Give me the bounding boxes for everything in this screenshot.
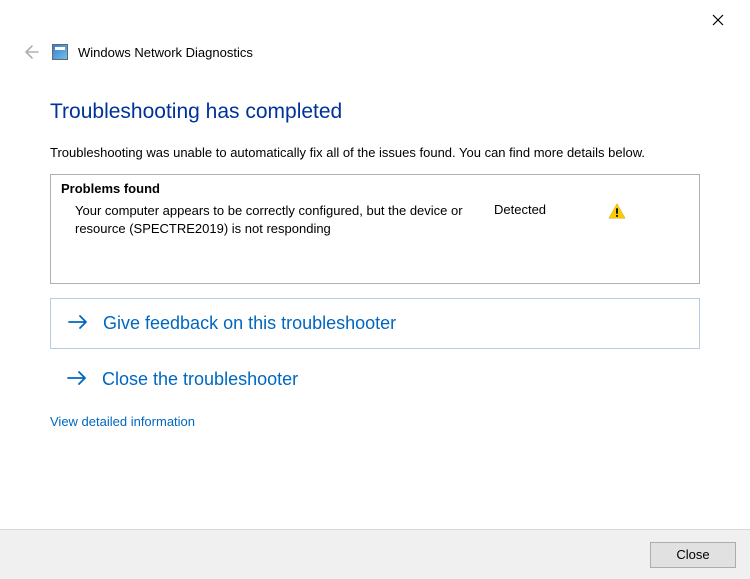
content-area: Troubleshooting has completed Troublesho… <box>0 70 750 429</box>
problem-description: Your computer appears to be correctly co… <box>75 202 480 237</box>
main-heading: Troubleshooting has completed <box>50 100 700 124</box>
problems-box: Problems found Your computer appears to … <box>50 174 700 284</box>
back-button[interactable] <box>18 40 42 64</box>
close-button[interactable]: Close <box>650 542 736 568</box>
feedback-label: Give feedback on this troubleshooter <box>103 313 396 334</box>
titlebar <box>0 0 750 40</box>
problem-row: Your computer appears to be correctly co… <box>61 202 689 237</box>
problem-status: Detected <box>494 202 594 217</box>
problems-title: Problems found <box>61 181 689 196</box>
close-troubleshooter-option[interactable]: Close the troubleshooter <box>50 355 700 404</box>
app-icon <box>52 44 68 60</box>
window-close-button[interactable] <box>696 5 740 35</box>
arrow-right-icon <box>67 314 89 334</box>
back-arrow-icon <box>20 42 40 62</box>
subtext: Troubleshooting was unable to automatica… <box>50 144 700 162</box>
arrow-right-icon <box>66 370 88 390</box>
view-detailed-link[interactable]: View detailed information <box>50 414 195 429</box>
close-icon <box>712 14 724 26</box>
close-troubleshooter-label: Close the troubleshooter <box>102 369 298 390</box>
warning-icon <box>608 202 626 220</box>
footer: Close <box>0 529 750 579</box>
header-title: Windows Network Diagnostics <box>78 45 253 60</box>
feedback-option[interactable]: Give feedback on this troubleshooter <box>50 298 700 349</box>
header-row: Windows Network Diagnostics <box>0 40 750 70</box>
